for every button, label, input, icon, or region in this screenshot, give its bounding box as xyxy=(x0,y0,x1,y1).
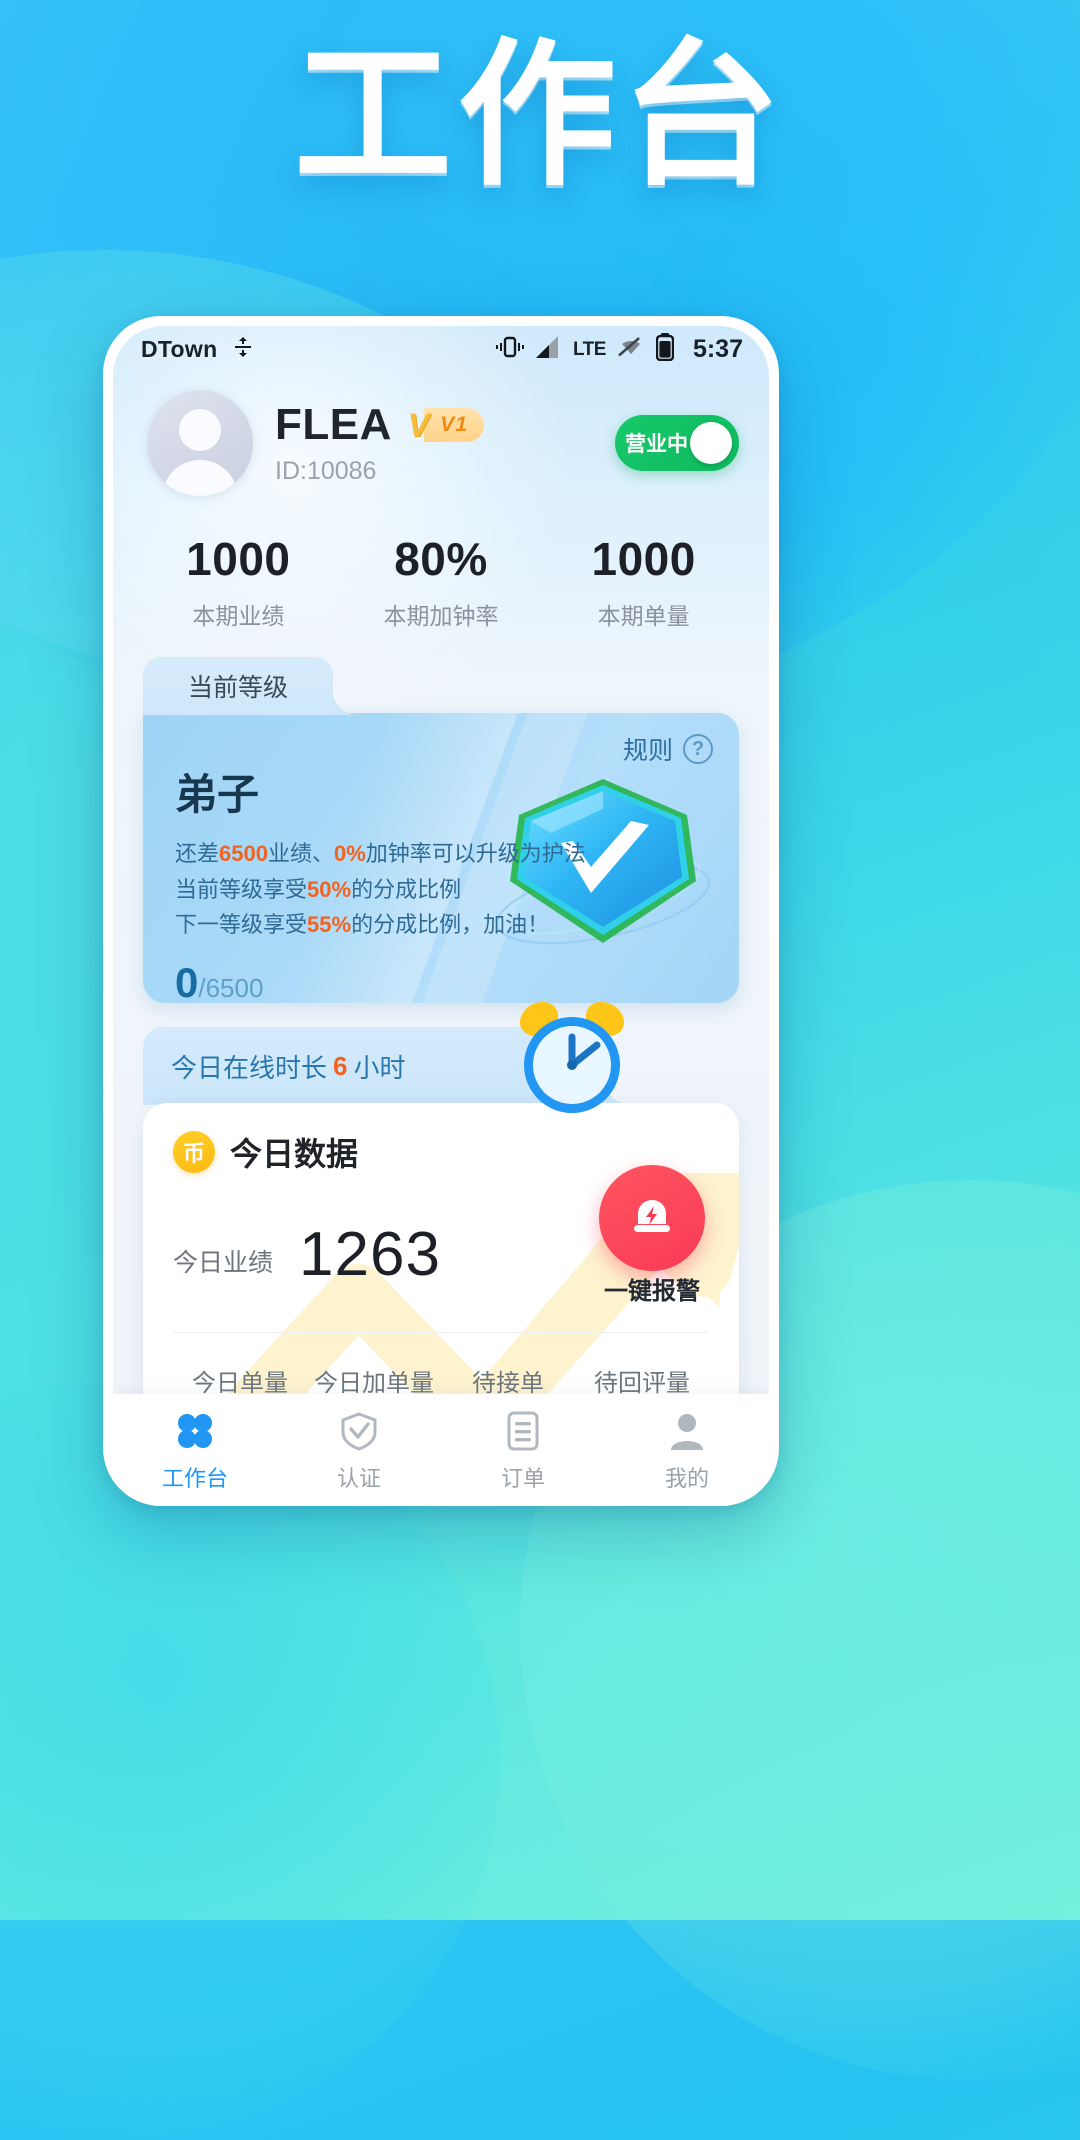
level-section: 当前等级 规则 ? 弟子 还差6500业绩、0%加钟率可以升级为护法 当前等级享… xyxy=(143,657,739,1003)
metric-label: 今日加单量 xyxy=(314,1370,434,1397)
level-desc-line-2: 当前等级享受50%的分成比例 xyxy=(175,876,462,902)
nav-label: 我的 xyxy=(664,1466,709,1491)
alarm-clock-icon xyxy=(519,1001,625,1113)
username: FLEA xyxy=(275,400,392,449)
period-kpi-row: 1000 本期业绩 80% 本期加钟率 1000 本期单量 xyxy=(113,502,769,657)
card-divider xyxy=(173,1332,709,1333)
vip-level-label: V1 xyxy=(424,408,484,442)
emergency-alarm-button[interactable]: 一键报警 xyxy=(599,1165,705,1306)
kpi-label: 本期单量 xyxy=(597,603,690,629)
online-duration-hours: 6 xyxy=(333,1050,348,1081)
kpi-label: 本期业绩 xyxy=(192,603,285,629)
signal-icon xyxy=(535,336,562,362)
profile-text-block: FLEA V V1 ID:10086 xyxy=(275,400,484,486)
level-description: 还差6500业绩、0%加钟率可以升级为护法 当前等级享受50%的分成比例 下一等… xyxy=(143,822,739,943)
vibrate-icon xyxy=(495,335,525,363)
toggle-knob xyxy=(690,422,732,464)
today-performance-label: 今日业绩 xyxy=(173,1249,274,1277)
nav-item-profile[interactable]: 我的 xyxy=(605,1407,769,1493)
nav-item-orders[interactable]: 订单 xyxy=(441,1407,605,1493)
level-desc-line-3: 下一等级享受55%的分成比例，加油！ xyxy=(175,912,550,938)
coin-icon: 币 xyxy=(173,1131,215,1173)
metric-label: 待接单 xyxy=(472,1370,544,1397)
kpi-item: 1000 本期单量 xyxy=(542,532,745,631)
business-status-toggle[interactable]: 营业中 xyxy=(615,415,739,471)
nav-item-certification[interactable]: 认证 xyxy=(277,1407,441,1493)
nav-label: 订单 xyxy=(500,1466,545,1491)
today-performance-value: 1263 xyxy=(299,1220,441,1289)
wifi-off-icon xyxy=(617,336,645,362)
status-bar: DTown LTE 5:37 xyxy=(113,326,769,372)
kpi-value: 80% xyxy=(394,533,488,585)
nav-item-workbench[interactable]: 工作台 xyxy=(113,1407,277,1493)
carrier-label: DTown xyxy=(141,335,218,362)
status-bar-clock: 5:37 xyxy=(692,334,743,363)
metric-label: 待回评量 xyxy=(594,1370,690,1397)
siren-icon xyxy=(634,1200,670,1232)
avatar[interactable] xyxy=(147,390,253,496)
level-name: 弟子 xyxy=(175,771,260,818)
lte-icon: LTE xyxy=(572,338,606,360)
vip-level-badge[interactable]: V V1 xyxy=(408,406,484,444)
user-profile-icon xyxy=(605,1407,769,1455)
nav-label: 工作台 xyxy=(161,1466,228,1491)
vip-v-mark-icon: V xyxy=(407,407,430,443)
status-bar-right: LTE 5:37 xyxy=(495,333,743,365)
level-card: 规则 ? 弟子 还差6500业绩、0%加钟率可以升级为护法 当前等级享受50%的… xyxy=(143,713,739,1003)
phone-screen: DTown LTE 5:37 FLEA V V1 ID:10086 营业中 10… xyxy=(113,326,769,1506)
metric-label: 今日单量 xyxy=(192,1370,288,1397)
list-document-icon xyxy=(441,1407,605,1455)
alarm-button-circle xyxy=(599,1165,705,1271)
profile-header: FLEA V V1 ID:10086 营业中 xyxy=(113,372,769,502)
kpi-item: 1000 本期业绩 xyxy=(137,532,340,631)
nav-label: 认证 xyxy=(336,1466,381,1491)
kpi-label: 本期加钟率 xyxy=(383,603,499,629)
current-level-tab: 当前等级 xyxy=(143,657,357,715)
shield-check-icon xyxy=(277,1407,441,1455)
clover-dashboard-icon xyxy=(113,1407,277,1455)
today-card-title: 今日数据 xyxy=(230,1136,359,1172)
online-duration-suffix: 小时 xyxy=(353,1052,406,1083)
level-desc-line-1: 还差6500业绩、0%加钟率可以升级为护法 xyxy=(175,841,586,866)
battery-icon xyxy=(655,333,675,365)
level-progress-current: 0 xyxy=(175,958,199,1003)
online-duration-prefix: 今日在线时长 xyxy=(171,1052,328,1083)
alarm-button-label: 一键报警 xyxy=(604,1278,700,1305)
level-progress-numbers: 0/6500 xyxy=(143,943,739,1003)
hero-title: 工作台 xyxy=(294,24,786,208)
profile-name-row: FLEA V V1 xyxy=(275,400,484,450)
hero-banner: 工作台 xyxy=(0,24,1080,208)
avatar-body-shape xyxy=(162,460,238,496)
business-status-label: 营业中 xyxy=(625,433,688,456)
avatar-head-shape xyxy=(179,409,221,451)
user-id: ID:10086 xyxy=(275,457,377,485)
kpi-value: 1000 xyxy=(186,533,291,585)
kpi-value: 1000 xyxy=(591,533,696,585)
bottom-navigation: 工作台 认证 订单 我的 xyxy=(113,1394,769,1506)
kpi-item: 80% 本期加钟率 xyxy=(340,532,543,631)
wifi-hotspot-icon xyxy=(231,335,255,363)
level-progress-total: /6500 xyxy=(198,972,264,1003)
status-bar-left: DTown xyxy=(141,335,255,363)
phone-mockup: DTown LTE 5:37 FLEA V V1 ID:10086 营业中 10… xyxy=(103,316,779,1506)
